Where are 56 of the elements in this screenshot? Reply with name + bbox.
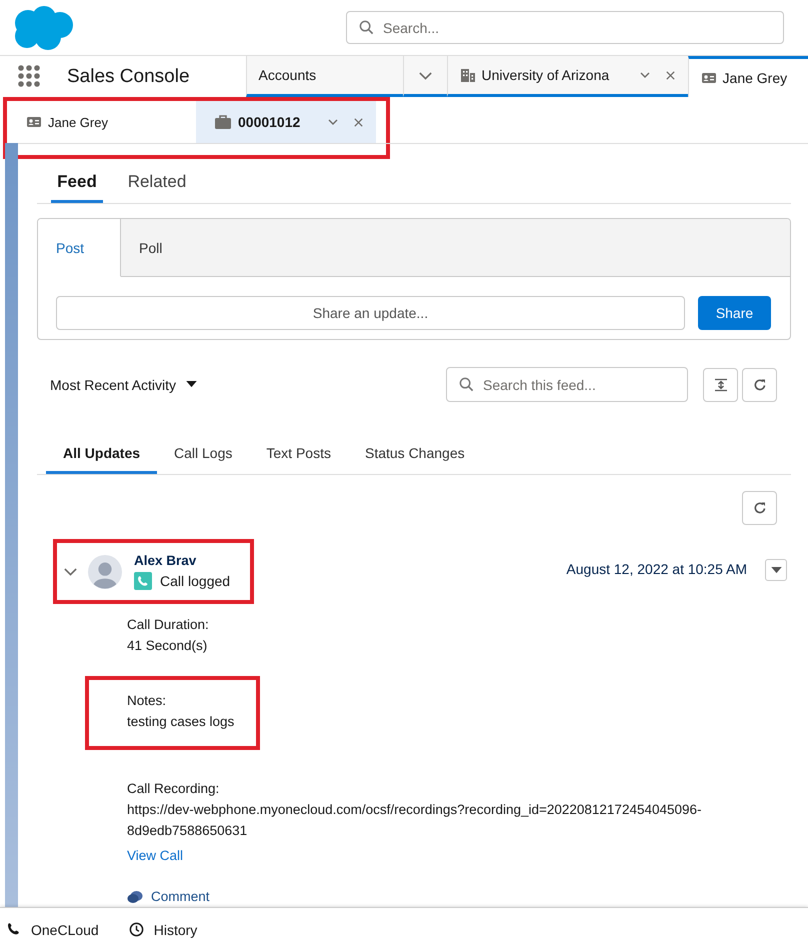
phone-icon <box>6 922 21 937</box>
utility-item[interactable]: OneCLoud <box>6 922 99 938</box>
nav-tab[interactable]: Jane Grey <box>688 56 808 97</box>
search-field[interactable]: Search... <box>346 11 784 44</box>
refresh-button[interactable] <box>742 368 777 402</box>
feed-search-field[interactable]: Search this feed... <box>446 367 688 402</box>
caret-icon <box>770 566 782 574</box>
field-label: Notes: <box>127 692 168 710</box>
app-launcher-icon[interactable] <box>18 65 40 87</box>
record-tab[interactable]: Related <box>115 166 199 203</box>
comment-button[interactable]: Comment <box>127 886 210 907</box>
share-button[interactable]: Share <box>698 296 771 330</box>
filter-tab[interactable]: Status Changes <box>348 437 482 474</box>
subtab[interactable]: Jane Grey <box>14 101 196 143</box>
nav-tab[interactable]: University of Arizona <box>446 56 688 97</box>
field-label: Call Duration: <box>127 616 210 634</box>
search-icon <box>359 20 374 34</box>
nav-tab[interactable]: Accounts <box>246 56 403 97</box>
item-menu-button[interactable] <box>765 559 787 581</box>
action-label: Call logged <box>160 573 230 589</box>
share-field[interactable]: Share an update... <box>56 296 685 330</box>
clock-icon <box>128 922 144 937</box>
subtab[interactable]: 00001012 <box>196 101 376 143</box>
author-link[interactable]: Alex Brav <box>134 553 230 568</box>
phone-icon <box>134 572 152 590</box>
building-icon <box>460 67 476 83</box>
search-icon <box>459 376 474 392</box>
speech-bubble-icon <box>127 890 143 904</box>
filter-tab[interactable]: Call Logs <box>157 437 250 474</box>
utility-item[interactable]: History <box>128 922 198 938</box>
briefcase-icon <box>214 114 232 130</box>
publisher-tab[interactable]: Poll <box>121 219 203 277</box>
refresh-icon <box>752 501 766 515</box>
caret-icon <box>186 381 198 388</box>
sort-menu[interactable]: Most Recent Activity <box>37 376 198 392</box>
contact-card-icon <box>26 114 42 130</box>
field-label: Call Recording: <box>127 780 220 798</box>
refresh-button[interactable] <box>742 491 777 525</box>
expand-button[interactable] <box>703 368 738 402</box>
expand-icon <box>714 378 728 392</box>
refresh-icon <box>752 378 766 392</box>
field-value: 41 Second(s) <box>127 637 208 655</box>
filter-tab[interactable]: All Updates <box>46 437 158 474</box>
close-icon[interactable] <box>664 70 676 80</box>
field-value: testing cases logs <box>127 713 234 731</box>
nav-menu-button[interactable] <box>402 56 447 97</box>
view-call-link[interactable]: View Call <box>127 845 184 866</box>
publisher-tab[interactable]: Post <box>38 219 121 277</box>
filter-tab[interactable]: Text Posts <box>249 437 348 474</box>
close-icon[interactable] <box>353 116 364 128</box>
avatar-icon <box>88 554 122 588</box>
timestamp-link[interactable]: August 12, 2022 at 10:25 AM <box>566 561 747 577</box>
field-value: https://dev-webphone.myonecloud.com/ocsf/recordings?recording_id=20220812172454045096-8d9edb7588650631 <box>127 801 703 840</box>
record-tab[interactable]: Feed <box>51 166 103 203</box>
contact-card-icon <box>700 70 717 86</box>
app-name: Sales Console <box>67 66 190 89</box>
